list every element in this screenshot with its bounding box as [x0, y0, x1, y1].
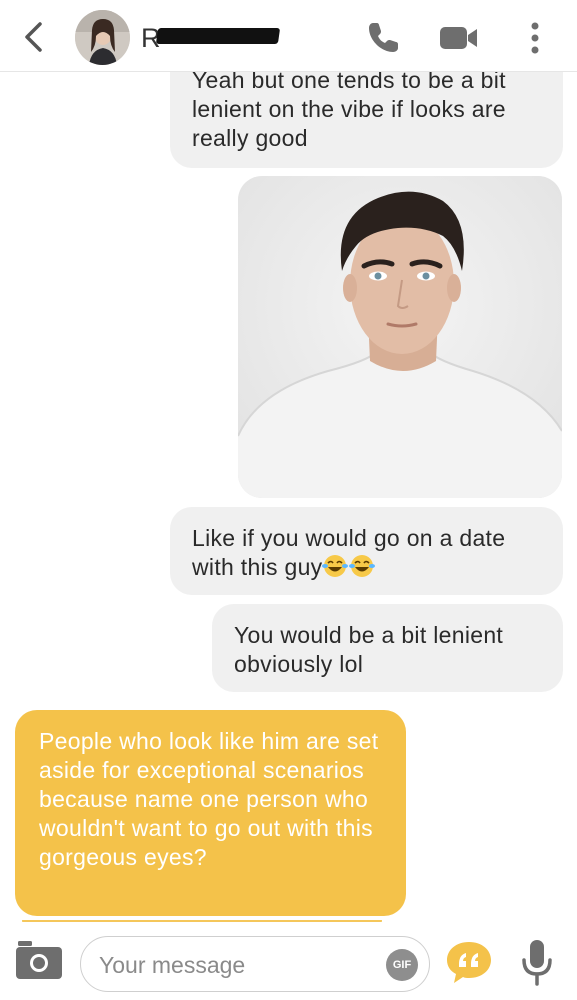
chat-header: R: [0, 0, 577, 72]
redaction-bar: [155, 28, 281, 44]
message-text-wrap: Like if you would go on a date with this…: [192, 524, 552, 582]
video-camera-icon[interactable]: [439, 25, 479, 51]
message-input-container[interactable]: GIF: [80, 936, 430, 992]
message-text: You would be a bit lenient obviously lol: [234, 622, 504, 677]
message-text: Yeah but one tends to be a bit lenient o…: [192, 67, 506, 151]
message-photo[interactable]: [238, 176, 562, 498]
message-bubble-incoming[interactable]: People who look like him are set aside f…: [15, 710, 406, 916]
laughing-emoji-icon: [322, 555, 349, 577]
camera-icon[interactable]: [16, 941, 62, 979]
laughing-emoji-icon: [349, 555, 376, 577]
gif-button[interactable]: GIF: [386, 949, 418, 981]
contact-name-area[interactable]: R: [141, 22, 281, 54]
opening-moves-quote-icon[interactable]: [446, 940, 492, 984]
back-chevron-icon[interactable]: [18, 20, 50, 54]
message-input[interactable]: [99, 947, 369, 983]
more-vertical-icon[interactable]: [523, 20, 547, 56]
microphone-icon[interactable]: [520, 938, 554, 986]
message-text: People who look like him are set aside f…: [39, 728, 379, 870]
message-bubble-outgoing[interactable]: You would be a bit lenient obviously lol: [212, 604, 563, 692]
message-bubble-outgoing[interactable]: Like if you would go on a date with this…: [170, 507, 563, 595]
phone-icon[interactable]: [365, 20, 401, 56]
avatar[interactable]: [75, 10, 130, 65]
